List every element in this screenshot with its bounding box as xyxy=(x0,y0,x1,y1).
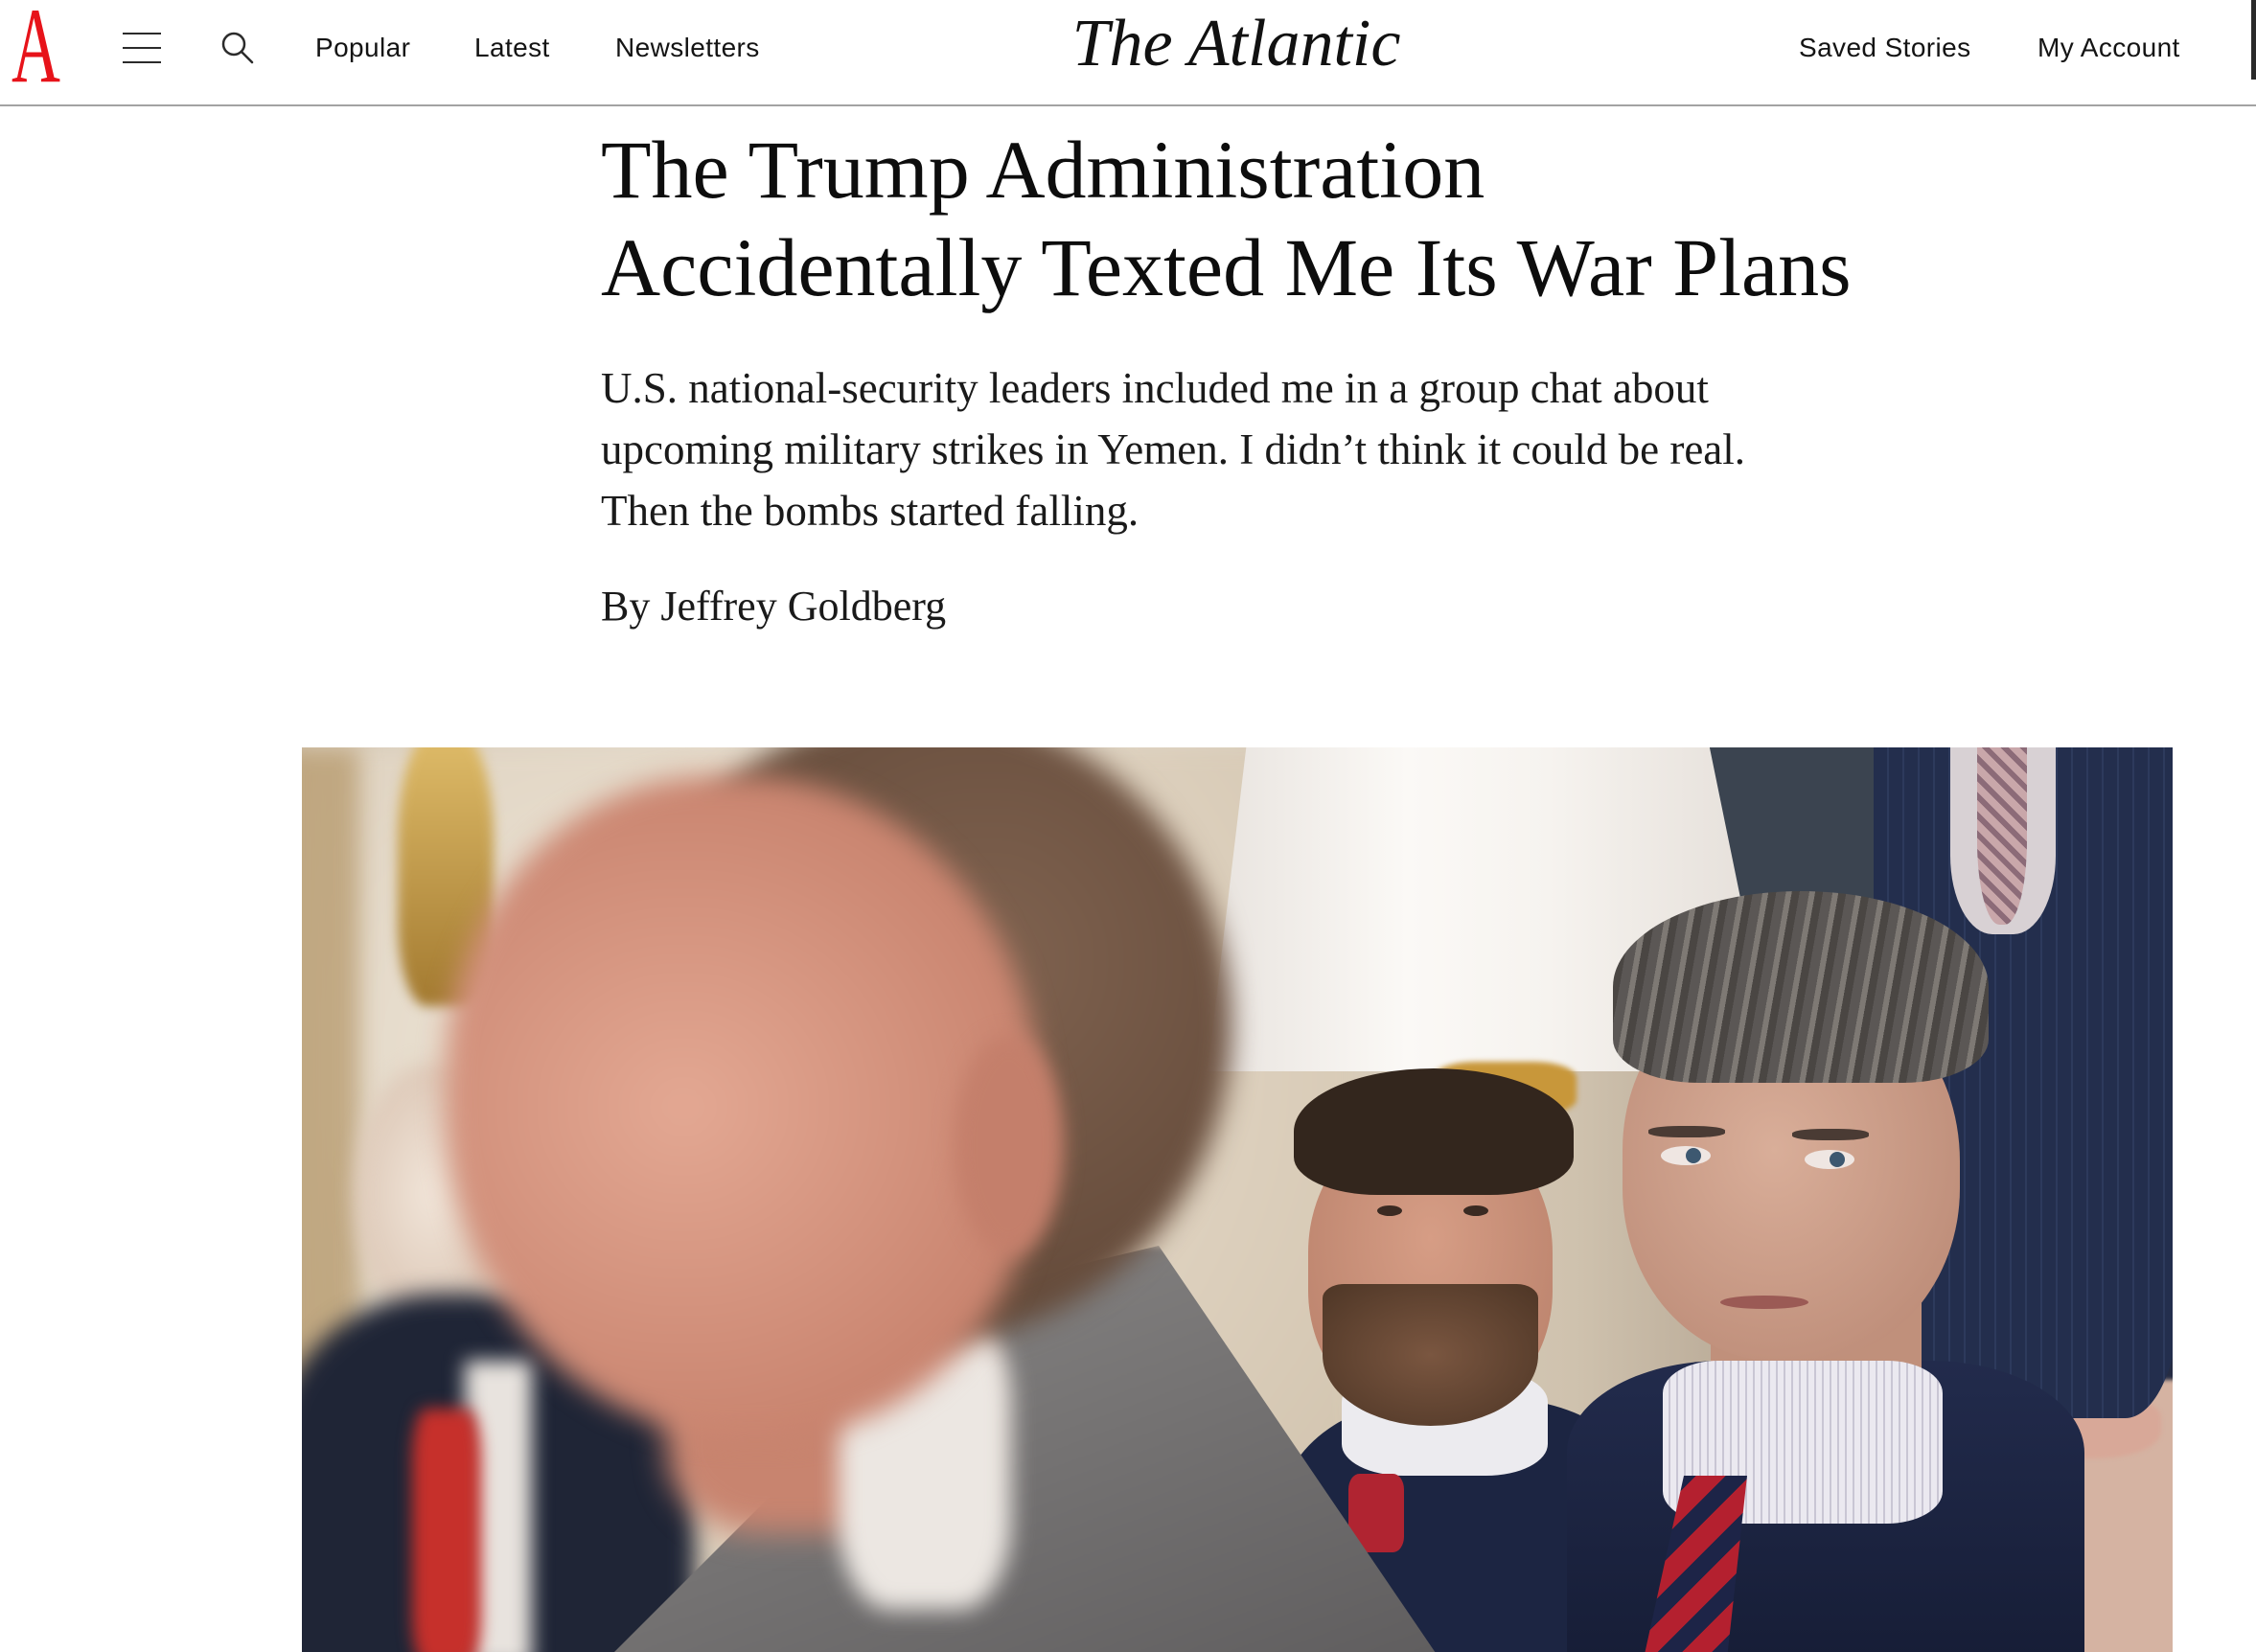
atlantic-logo[interactable]: A xyxy=(12,0,60,100)
brand-wordmark[interactable]: The Atlantic xyxy=(1045,0,1428,92)
menu-line xyxy=(123,33,161,34)
byline: By Jeffrey Goldberg xyxy=(601,578,946,635)
photo-foreground-person-ear xyxy=(954,1035,1064,1255)
photo-middle-person-hair xyxy=(1294,1068,1574,1195)
saved-stories-link[interactable]: Saved Stories xyxy=(1799,0,1971,96)
menu-line xyxy=(123,61,161,63)
lead-image xyxy=(302,747,2173,1652)
author-link[interactable]: Jeffrey Goldberg xyxy=(660,583,946,630)
photo-middle-person-eye xyxy=(1377,1205,1402,1216)
my-account-link[interactable]: My Account xyxy=(2037,0,2180,96)
photo-background-red-tie xyxy=(412,1409,481,1652)
site-header: A Popular Latest Newsletters The Atlanti… xyxy=(0,0,2256,106)
nav-newsletters[interactable]: Newsletters xyxy=(615,0,760,96)
photo-standing-figure-tie xyxy=(1977,747,2027,925)
article-headline: The Trump Administration Accidentally Te… xyxy=(601,124,1852,313)
photo-middle-person-eye xyxy=(1463,1205,1488,1216)
photo-right-person-hair xyxy=(1613,891,1989,1083)
window-edge xyxy=(2251,0,2256,80)
photo-right-person-eye xyxy=(1805,1150,1854,1169)
search-icon[interactable] xyxy=(219,30,256,66)
search-icon-graphic xyxy=(221,32,254,64)
nav-latest[interactable]: Latest xyxy=(474,0,550,96)
byline-prefix: By xyxy=(601,583,651,630)
menu-line xyxy=(123,47,161,49)
photo-foreground-person-face xyxy=(446,776,1040,1437)
nav-popular[interactable]: Popular xyxy=(315,0,410,96)
photo-middle-person-beard xyxy=(1323,1284,1538,1426)
photo-right-person-brow xyxy=(1648,1126,1725,1137)
photo-right-person-eye xyxy=(1661,1146,1711,1165)
photo-right-person-mouth xyxy=(1720,1296,1808,1309)
article-dek: U.S. national-security leaders included … xyxy=(601,364,1746,535)
hamburger-menu-icon[interactable] xyxy=(123,33,161,63)
photo-right-person-brow xyxy=(1792,1129,1869,1140)
